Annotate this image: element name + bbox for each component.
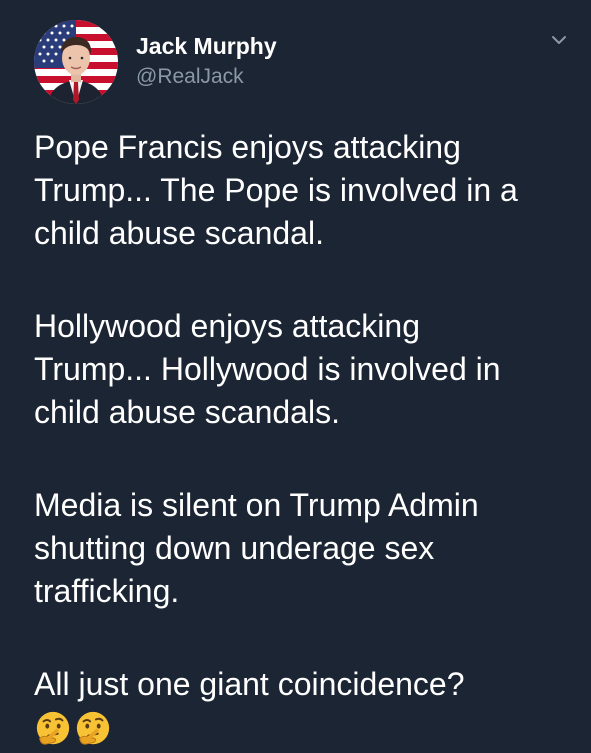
avatar-image (34, 20, 118, 104)
chevron-down-icon[interactable] (547, 28, 571, 52)
thinking-face-emoji (76, 711, 110, 745)
tweet-paragraph: Hollywood enjoys attacking Trump... Holl… (34, 308, 501, 430)
tweet-paragraph: All just one giant coincidence? (34, 666, 465, 702)
avatar[interactable] (34, 20, 118, 104)
author-handle[interactable]: @RealJack (136, 64, 277, 90)
author-names: Jack Murphy @RealJack (136, 33, 277, 90)
author-display-name[interactable]: Jack Murphy (136, 33, 277, 59)
tweet-text: Pope Francis enjoys attacking Trump... T… (34, 126, 574, 750)
thinking-face-emoji (36, 711, 70, 745)
tweet-paragraph: Pope Francis enjoys attacking Trump... T… (34, 129, 518, 251)
tweet-card: Jack Murphy @RealJack Pope Francis enjoy… (0, 0, 591, 753)
tweet-paragraph: Media is silent on Trump Admin shutting … (34, 487, 479, 609)
emoji-row (34, 710, 574, 750)
tweet-header: Jack Murphy @RealJack (34, 20, 571, 104)
